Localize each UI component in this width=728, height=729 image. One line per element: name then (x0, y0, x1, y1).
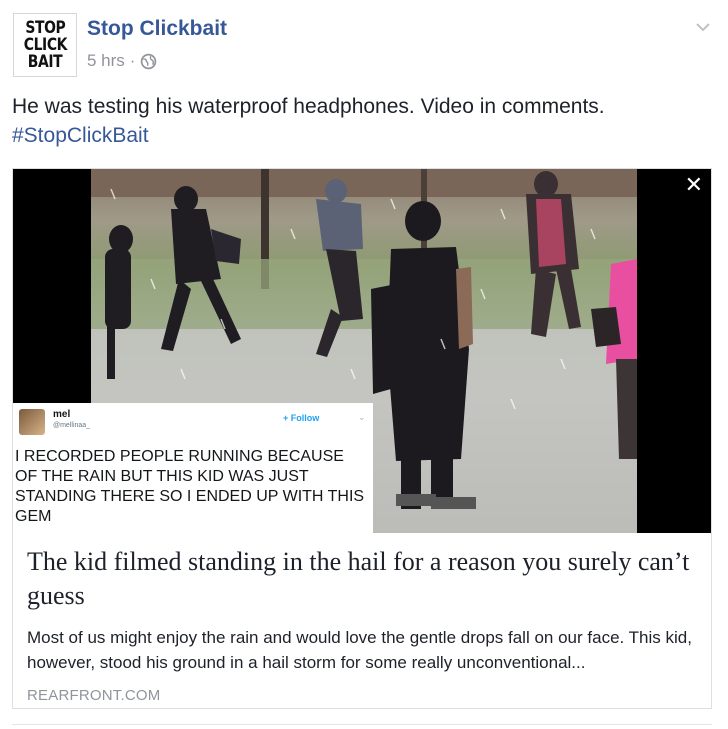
card-headline[interactable]: The kid filmed standing in the hail for … (27, 545, 699, 613)
card-description: Most of us might enjoy the rain and woul… (27, 628, 692, 672)
tweet-overlay: mel @mellinaa_ + Follow ⌄ I RECORDED PEO… (13, 403, 373, 533)
preview-media[interactable]: ✕ mel @mellinaa_ + Follow ⌄ I RECORDED P… (13, 169, 711, 533)
post-meta: 5 hrs · (87, 51, 157, 71)
meta-separator: · (129, 51, 136, 70)
chevron-down-icon[interactable] (692, 16, 714, 38)
globe-icon[interactable] (140, 53, 157, 70)
tweet-follow-button: + Follow (283, 413, 319, 423)
page-avatar[interactable]: STOP CLICK BAIT (13, 13, 77, 77)
tweet-follow-label: Follow (290, 413, 320, 423)
tweet-chevron-icon: ⌄ (358, 412, 366, 422)
logo-line-3: BAIT (27, 51, 63, 72)
follow-user-icon: + (283, 413, 291, 423)
tweet-avatar (19, 409, 45, 435)
card-info[interactable]: The kid filmed standing in the hail for … (27, 545, 699, 704)
card-domain: REARFRONT.COM (27, 687, 161, 704)
tweet-author-name: mel (53, 409, 71, 420)
post-timestamp[interactable]: 5 hrs (87, 51, 125, 71)
tweet-handle: @mellinaa_ (53, 422, 91, 429)
feed-post: STOP CLICK BAIT Stop Clickbait 5 hrs · H… (0, 0, 728, 729)
post-divider (12, 724, 712, 725)
close-icon[interactable]: ✕ (685, 173, 703, 198)
tweet-text: I RECORDED PEOPLE RUNNING BECAUSE OF THE… (15, 448, 365, 525)
hashtag-link[interactable]: #StopClickBait (12, 121, 712, 150)
post-message-text: He was testing his waterproof headphones… (12, 95, 605, 118)
link-preview-card[interactable]: ✕ mel @mellinaa_ + Follow ⌄ I RECORDED P… (12, 168, 712, 709)
post-message: He was testing his waterproof headphones… (12, 92, 712, 150)
page-name-link[interactable]: Stop Clickbait (87, 17, 227, 41)
